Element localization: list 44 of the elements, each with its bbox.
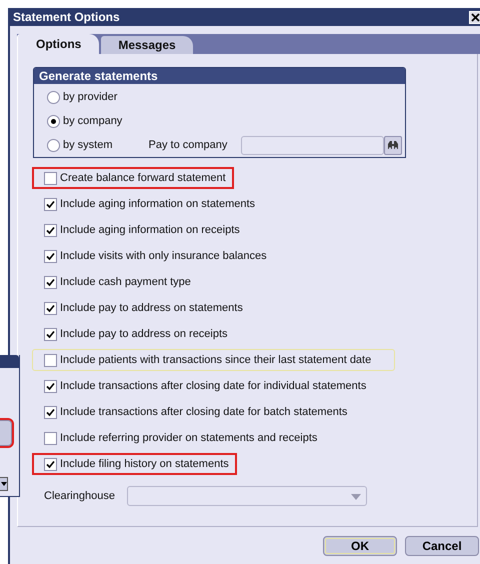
- checkbox-label: Include aging information on statements: [60, 198, 256, 210]
- radio-label: by company: [63, 115, 122, 127]
- checkbox-label: Include pay to address on receipts: [60, 328, 228, 340]
- caret-icon: [350, 494, 361, 500]
- dialog-button[interactable]: OK: [323, 536, 397, 556]
- window-title: Statement Options: [13, 10, 120, 24]
- radio-button[interactable]: [47, 138, 60, 152]
- checkbox[interactable]: [44, 432, 57, 444]
- checkbox[interactable]: [44, 406, 57, 418]
- checkbox[interactable]: [44, 328, 57, 340]
- checkbox-label: Include filing history on statements: [60, 458, 229, 470]
- checkbox[interactable]: [44, 250, 57, 262]
- tab[interactable]: Options: [17, 34, 100, 54]
- checkbox-label: Include transactions after closing date for individual statements: [60, 380, 366, 392]
- checkbox[interactable]: [44, 380, 57, 392]
- checkbox-label: Create balance forward statement: [60, 172, 226, 184]
- input-field[interactable]: [241, 136, 384, 154]
- checkbox-label: Include transactions after closing date for batch statements: [60, 406, 348, 418]
- checkbox[interactable]: [44, 172, 57, 184]
- checkbox[interactable]: [44, 276, 57, 288]
- checkbox-label: Include referring provider on statements and receipts: [60, 432, 318, 444]
- checkbox[interactable]: [44, 302, 57, 314]
- checkbox[interactable]: [44, 224, 57, 236]
- checkbox-label: Include patients with transactions since their last statement date: [60, 354, 372, 366]
- binoculars-icon: [387, 140, 400, 150]
- checkbox[interactable]: [44, 198, 57, 210]
- close-icon: [471, 12, 480, 22]
- radio-button[interactable]: [47, 114, 60, 128]
- dialog-button[interactable]: Cancel: [405, 536, 479, 556]
- checkbox-label: Include visits with only insurance balances: [60, 250, 267, 262]
- field-label: Pay to company: [148, 139, 228, 151]
- checkbox-label: Include aging information on receipts: [60, 224, 240, 236]
- radio-button[interactable]: [47, 90, 60, 104]
- checkbox-label: Include cash payment type: [60, 276, 191, 288]
- checkbox[interactable]: [44, 458, 57, 470]
- radio-label: by system: [63, 139, 113, 151]
- field-label: Clearinghouse: [44, 490, 115, 502]
- close-button[interactable]: [469, 10, 480, 24]
- group-title: Generate statements: [34, 68, 405, 84]
- search-button[interactable]: [384, 136, 402, 154]
- tab[interactable]: Messages: [101, 36, 193, 54]
- radio-label: by provider: [63, 91, 118, 103]
- checkbox-label: Include pay to address on statements: [60, 302, 243, 314]
- checkbox[interactable]: [44, 354, 57, 366]
